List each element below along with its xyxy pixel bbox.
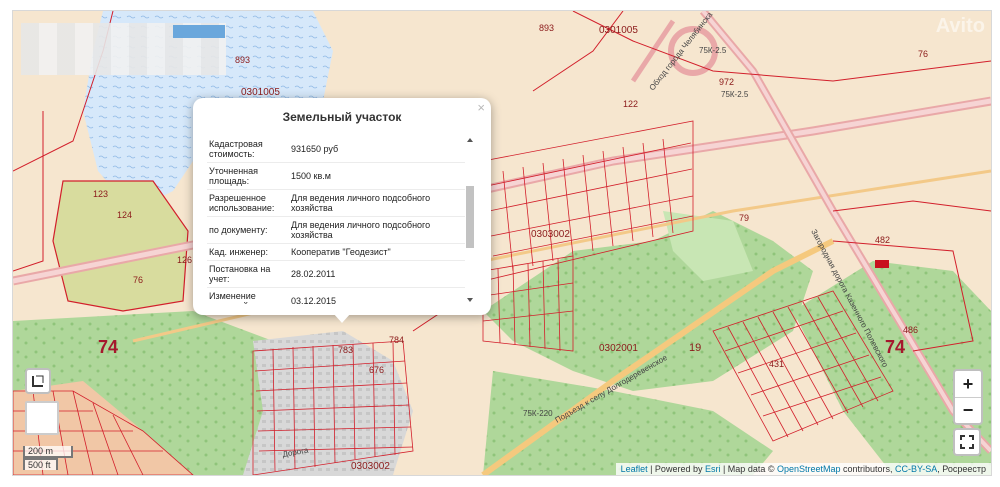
esri-link[interactable]: Esri [705,464,721,474]
parcel-label-124: 124 [117,210,132,220]
attr-key: Изменение сведений: [207,287,287,304]
parcel-label-893-b: 893 [235,55,250,65]
table-row: по документу: Для ведения личного подсобн… [207,216,465,244]
leaflet-link[interactable]: Leaflet [621,464,648,474]
road-label-75k25-a: 75К-2.5 [699,46,727,55]
parcel-label-972: 972 [719,77,734,87]
parcel-label-486: 486 [903,325,918,335]
parcel-label-893-a: 893 [539,23,554,33]
attr-key: Разрешенное использование: [207,189,287,217]
scroll-up-icon[interactable] [467,138,473,142]
attr-key: Кад. инженер: [207,243,287,261]
quarter-label-0301005-b: 0301005 [241,87,280,98]
zoom-out-button[interactable]: − [955,397,981,423]
attr-value: 28.02.2011 [287,260,465,288]
attribution-text: | Powered by [647,464,705,474]
blurred-header-accent [173,25,225,38]
parcel-label-482: 482 [875,235,890,245]
parcel-label-79: 79 [739,213,749,223]
layers-icon [32,375,44,387]
quarter-label-0302001: 0302001 [599,343,638,354]
fullscreen-button[interactable] [953,428,981,456]
attr-value: 931650 руб [287,136,465,163]
table-row: Кад. инженер: Кооператив "Геодезист" [207,243,465,261]
region-label-74-east: 74 [885,337,906,357]
road-label-75k220: 75К-220 [523,409,553,418]
region-label-74-west: 74 [98,337,119,357]
attribution: Leaflet | Powered by Esri | Map data © O… [615,463,991,475]
attr-value: 1500 кв.м [287,162,465,190]
parcel-label-783: 783 [338,345,353,355]
attribution-text: | Map data © [720,464,777,474]
scale-metric: 200 m [23,446,73,458]
parcel-label-126: 126 [177,255,192,265]
parcel-label-431: 431 [769,359,784,369]
minimap-toggle[interactable] [25,401,59,435]
attr-key: Уточненная площадь: [207,162,287,190]
map-container[interactable]: 893 893 0301005 0301005 123 124 126 76 7… [12,10,992,476]
attr-key: Постановка на учет: [207,260,287,288]
road-label-75k25-b: 75К-2.5 [721,90,749,99]
attribution-text: contributors, [840,464,896,474]
attribution-text: , Росреестр [937,464,986,474]
parcel-label-676: 676 [369,365,384,375]
watermark: Avito [935,15,985,37]
parcel-label-784: 784 [389,335,404,345]
table-row: Уточненная площадь: 1500 кв.м [207,162,465,190]
parcel-label-122: 122 [623,99,638,109]
attr-value: Для ведения личного подсобного хозяйства [287,216,465,244]
table-row: Кадастровая стоимость: 931650 руб [207,136,465,163]
quarter-label-0301005-a: 0301005 [599,25,638,36]
attr-key: Кадастровая стоимость: [207,136,287,163]
table-row: Изменение сведений:03.12.2015 [207,287,465,304]
popup-scrollbar[interactable] [465,136,475,304]
layers-button[interactable] [25,368,51,394]
popup-title: Земельный участок [282,110,402,124]
attr-value: Для ведения личного подсобного хозяйства [287,189,465,217]
map-canvas[interactable]: 893 893 0301005 0301005 123 124 126 76 7… [13,11,991,475]
parcel-label-76-a: 76 [133,275,143,285]
popup-tip [333,313,351,323]
popup-content[interactable]: Кадастровая стоимость: 931650 руб Уточнен… [207,136,477,304]
parcel-highlight-482 [875,260,889,268]
parcel-popup: × Земельный участок Кадастровая стоимост… [193,98,491,315]
scale-imperial: 500 ft [23,458,58,470]
parcel-label-76-b: 76 [918,49,928,59]
fullscreen-icon [960,435,974,449]
attr-key: по документу: [207,216,287,244]
zoom-control: + − [953,369,983,425]
parcel-label-123: 123 [93,189,108,199]
quarter-label-0303002-b: 0303002 [351,461,390,472]
scroll-down-icon[interactable] [467,298,473,302]
parcel-attributes-table: Кадастровая стоимость: 931650 руб Уточнен… [207,136,465,304]
quarter-label-19: 19 [689,342,701,354]
attr-value: Кооператив "Геодезист" [287,243,465,261]
table-row: Разрешенное использование: Для ведения ли… [207,189,465,217]
table-row: Постановка на учет: 28.02.2011 [207,260,465,288]
osm-link[interactable]: OpenStreetMap [777,464,841,474]
zoom-in-button[interactable]: + [955,371,981,398]
attr-value: 03.12.2015 [287,287,465,304]
quarter-label-0303002-a: 0303002 [531,229,570,240]
license-link[interactable]: CC-BY-SA [895,464,937,474]
scrollbar-thumb[interactable] [466,186,474,248]
